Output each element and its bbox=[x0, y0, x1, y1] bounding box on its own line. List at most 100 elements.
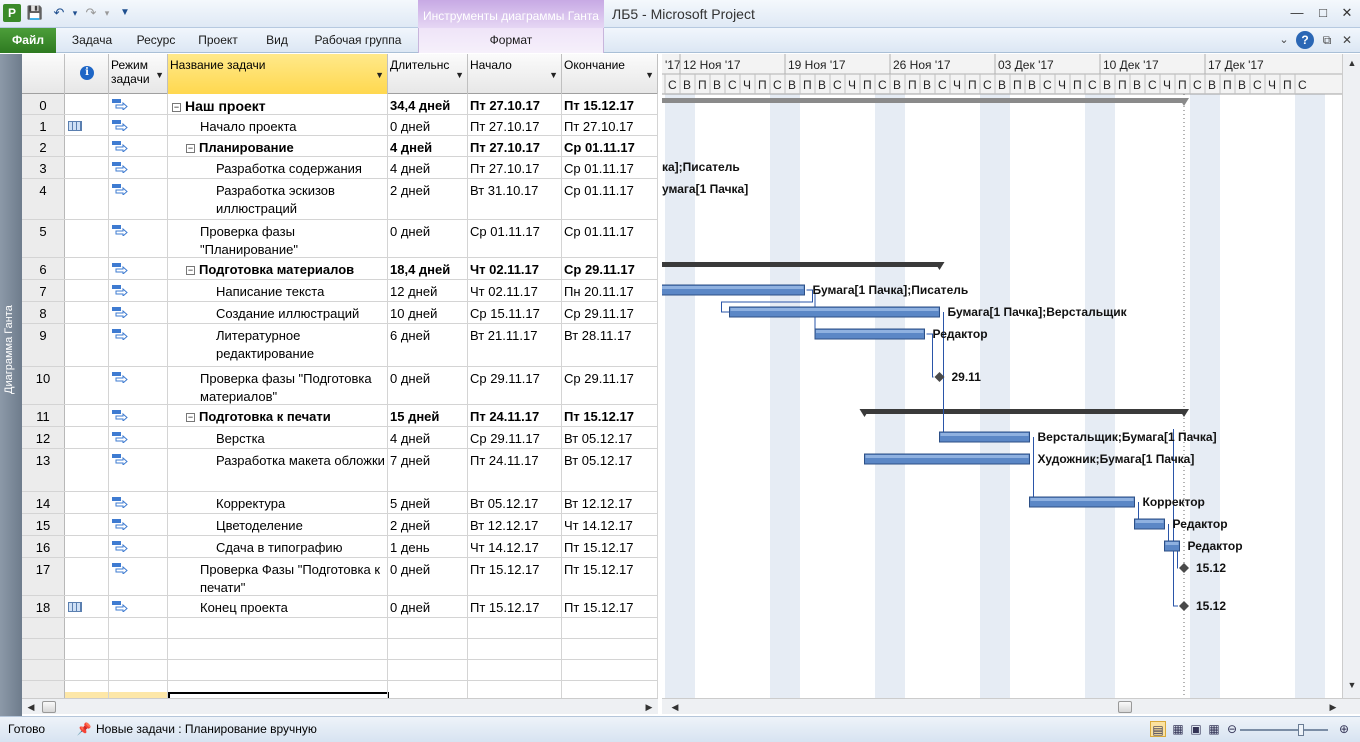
gantt-chart[interactable]: '17 12 Ноя '17 19 Ноя '17 26 Ноя '17 03 Дек … bbox=[662, 54, 1342, 698]
scroll-up-icon[interactable]: ▲ bbox=[1343, 56, 1360, 70]
task-name-cell[interactable] bbox=[168, 660, 388, 680]
task-start-cell[interactable]: Ср 29.11.17 bbox=[468, 367, 562, 404]
task-name-cell[interactable]: Проверка фазы "Подготовка материалов" bbox=[168, 367, 388, 404]
close-button[interactable]: ✕ bbox=[1334, 4, 1360, 22]
empty-row[interactable] bbox=[22, 660, 658, 681]
redo-dropdown-icon[interactable]: ▾ bbox=[98, 4, 116, 22]
table-row[interactable]: 5 Проверка фазы "Планирование" 0 дней Ср 01… bbox=[22, 220, 658, 258]
task-finish-cell[interactable]: Вт 05.12.17 bbox=[562, 427, 658, 448]
task-mode-cell[interactable] bbox=[109, 115, 168, 135]
save-icon[interactable]: 💾 bbox=[26, 4, 44, 22]
empty-row[interactable] bbox=[22, 639, 658, 660]
status-new-tasks[interactable]: Новые задачи : Планирование вручную bbox=[96, 722, 317, 736]
gantt-view-icon[interactable]: ▤ bbox=[1150, 721, 1166, 737]
column-header-name[interactable]: Название задачи ▼ bbox=[168, 54, 388, 94]
task-start-cell[interactable]: Чт 02.11.17 bbox=[468, 280, 562, 301]
row-id[interactable] bbox=[22, 618, 65, 638]
task-duration-cell[interactable]: 0 дней bbox=[388, 558, 468, 595]
task-duration-cell[interactable]: 10 дней bbox=[388, 302, 468, 323]
task-mode-cell[interactable] bbox=[109, 324, 168, 366]
resource-sheet-icon[interactable]: ▦ bbox=[1206, 721, 1222, 737]
task-duration-cell[interactable]: 15 дней bbox=[388, 405, 468, 426]
task-name-cell[interactable]: Корректура bbox=[168, 492, 388, 513]
task-name-cell[interactable]: Верстка bbox=[168, 427, 388, 448]
zoom-in-icon[interactable]: ⊕ bbox=[1336, 721, 1352, 737]
task-mode-cell[interactable] bbox=[109, 596, 168, 617]
task-mode-cell[interactable] bbox=[109, 302, 168, 323]
task-start-cell[interactable]: Вт 05.12.17 bbox=[468, 492, 562, 513]
collapse-icon[interactable]: − bbox=[186, 413, 195, 422]
task-start-cell[interactable]: Пт 27.10.17 bbox=[468, 115, 562, 135]
table-row[interactable]: 10 Проверка фазы "Подготовка материалов" 0… bbox=[22, 367, 658, 405]
task-name-cell[interactable]: Разработка макета обложки bbox=[168, 449, 388, 491]
project-app-icon[interactable]: P bbox=[3, 4, 21, 22]
row-id[interactable]: 1 bbox=[22, 115, 65, 135]
collapse-icon[interactable]: − bbox=[186, 144, 195, 153]
row-id[interactable]: 17 bbox=[22, 558, 65, 595]
task-finish-cell[interactable]: Чт 14.12.17 bbox=[562, 514, 658, 535]
task-duration-cell[interactable] bbox=[388, 660, 468, 680]
select-all-cell[interactable] bbox=[22, 54, 65, 94]
task-name-cell[interactable]: Сдача в типографию bbox=[168, 536, 388, 557]
row-id[interactable]: 6 bbox=[22, 258, 65, 279]
task-mode-cell[interactable] bbox=[109, 492, 168, 513]
task-mode-cell[interactable] bbox=[109, 405, 168, 426]
tab-resource[interactable]: Ресурс bbox=[128, 28, 184, 53]
task-mode-cell[interactable] bbox=[109, 220, 168, 257]
task-name-cell[interactable]: Литературное редактирование bbox=[168, 324, 388, 366]
task-finish-cell[interactable] bbox=[562, 639, 658, 659]
task-finish-cell[interactable]: Пт 15.12.17 bbox=[562, 405, 658, 426]
chevron-down-icon[interactable]: ▼ bbox=[155, 68, 164, 82]
task-finish-cell[interactable]: Ср 01.11.17 bbox=[562, 220, 658, 257]
network-diagram-icon[interactable]: ▣ bbox=[1188, 721, 1204, 737]
task-mode-cell[interactable] bbox=[109, 536, 168, 557]
tab-format[interactable]: Формат bbox=[418, 28, 604, 53]
row-id[interactable]: 18 bbox=[22, 596, 65, 617]
task-start-cell[interactable]: Пт 15.12.17 bbox=[468, 596, 562, 617]
task-duration-cell[interactable] bbox=[388, 639, 468, 659]
table-row[interactable]: 16 Сдача в типографию 1 день Чт 14.12.17 Пт … bbox=[22, 536, 658, 558]
table-row[interactable]: 9 Литературное редактирование 6 дней Вт 21.… bbox=[22, 324, 658, 367]
tab-file[interactable]: Файл bbox=[0, 28, 56, 53]
task-finish-cell[interactable]: Пт 15.12.17 bbox=[562, 596, 658, 617]
scroll-down-icon[interactable]: ▼ bbox=[1343, 678, 1360, 692]
table-row[interactable]: 8 Создание иллюстраций 10 дней Ср 15.11.17 С… bbox=[22, 302, 658, 324]
tab-project[interactable]: Проект bbox=[190, 28, 246, 53]
task-name-cell[interactable]: Написание текста bbox=[168, 280, 388, 301]
chevron-down-icon[interactable]: ▼ bbox=[645, 68, 654, 82]
table-row[interactable]: 2− Планирование 4 дней Пт 27.10.17 Ср 01.11.… bbox=[22, 136, 658, 157]
chevron-down-icon[interactable]: ▼ bbox=[549, 68, 558, 82]
minimize-ribbon-icon[interactable]: ⌄ bbox=[1275, 31, 1293, 49]
task-mode-cell[interactable] bbox=[109, 618, 168, 638]
task-mode-cell[interactable] bbox=[109, 280, 168, 301]
task-duration-cell[interactable]: 4 дней bbox=[388, 157, 468, 178]
task-name-cell[interactable]: Цветоделение bbox=[168, 514, 388, 535]
task-start-cell[interactable]: Пт 27.10.17 bbox=[468, 157, 562, 178]
task-duration-cell[interactable]: 2 дней bbox=[388, 179, 468, 219]
task-name-cell[interactable]: − Наш проект bbox=[168, 94, 388, 114]
task-duration-cell[interactable]: 34,4 дней bbox=[388, 94, 468, 114]
task-start-cell[interactable]: Пт 27.10.17 bbox=[468, 94, 562, 114]
task-mode-cell[interactable] bbox=[109, 449, 168, 491]
scroll-right-icon[interactable]: ▶ bbox=[1324, 700, 1342, 714]
task-name-cell[interactable]: − Планирование bbox=[168, 136, 388, 156]
task-duration-cell[interactable]: 0 дней bbox=[388, 367, 468, 404]
gantt-horizontal-scrollbar[interactable]: ◀ ▶ bbox=[662, 698, 1360, 714]
column-header-duration[interactable]: Длительнс ▼ bbox=[388, 54, 468, 94]
task-name-cell[interactable]: Проверка фазы "Планирование" bbox=[168, 220, 388, 257]
task-finish-cell[interactable]: Ср 01.11.17 bbox=[562, 136, 658, 156]
tab-task[interactable]: Задача bbox=[64, 28, 120, 53]
row-id[interactable]: 13 bbox=[22, 449, 65, 491]
row-id[interactable]: 14 bbox=[22, 492, 65, 513]
table-row[interactable]: 7 Написание текста 12 дней Чт 02.11.17 Пн 20… bbox=[22, 280, 658, 302]
task-duration-cell[interactable]: 0 дней bbox=[388, 596, 468, 617]
task-mode-cell[interactable] bbox=[109, 179, 168, 219]
tab-view[interactable]: Вид bbox=[254, 28, 300, 53]
chevron-down-icon[interactable]: ▼ bbox=[455, 68, 464, 82]
zoom-out-icon[interactable]: ⊖ bbox=[1224, 721, 1240, 737]
empty-row[interactable] bbox=[22, 618, 658, 639]
task-mode-cell[interactable] bbox=[109, 367, 168, 404]
task-start-cell[interactable] bbox=[468, 660, 562, 680]
task-start-cell[interactable]: Чт 14.12.17 bbox=[468, 536, 562, 557]
row-id[interactable]: 15 bbox=[22, 514, 65, 535]
